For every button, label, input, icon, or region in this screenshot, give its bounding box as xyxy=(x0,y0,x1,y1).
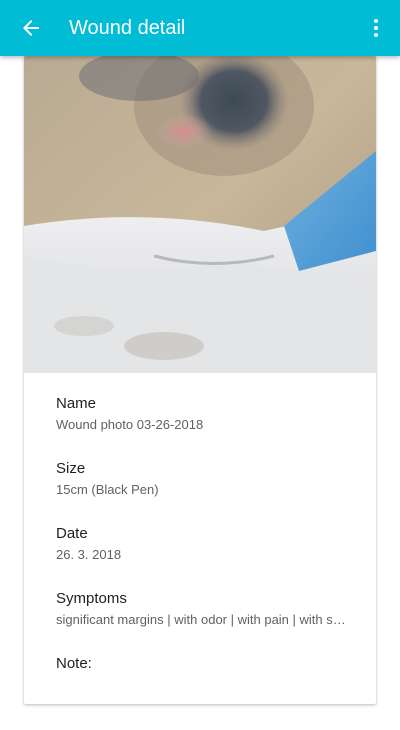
symptoms-value: significant margins | with odor | with p… xyxy=(56,612,346,627)
date-field: Date 26. 3. 2018 xyxy=(56,524,356,589)
wound-detail-card: Name Wound photo 03-26-2018 Size 15cm (B… xyxy=(24,56,376,704)
date-value: 26. 3. 2018 xyxy=(56,547,122,562)
name-field: Name Wound photo 03-26-2018 xyxy=(56,394,356,459)
wound-details: Name Wound photo 03-26-2018 Size 15cm (B… xyxy=(56,394,356,704)
back-button[interactable] xyxy=(3,0,59,56)
note-field: Note: xyxy=(56,654,356,704)
name-value: Wound photo 03-26-2018 xyxy=(56,417,204,432)
name-label: Name xyxy=(56,395,97,412)
more-vertical-icon xyxy=(374,19,378,37)
symptoms-label: Symptoms xyxy=(56,590,127,607)
size-field: Size 15cm (Black Pen) xyxy=(56,459,356,524)
size-value: 15cm (Black Pen) xyxy=(56,482,159,497)
wound-photo-image xyxy=(24,56,376,373)
date-label: Date xyxy=(56,525,88,542)
app-bar: Wound detail xyxy=(0,0,400,56)
wound-photo[interactable] xyxy=(24,56,376,373)
page-title: Wound detail xyxy=(69,16,186,39)
size-label: Size xyxy=(56,460,86,477)
more-options-button[interactable] xyxy=(358,4,394,52)
symptoms-field: Symptoms significant margins | with odor… xyxy=(56,589,356,654)
arrow-left-icon xyxy=(23,20,39,36)
note-label: Note: xyxy=(56,655,92,672)
